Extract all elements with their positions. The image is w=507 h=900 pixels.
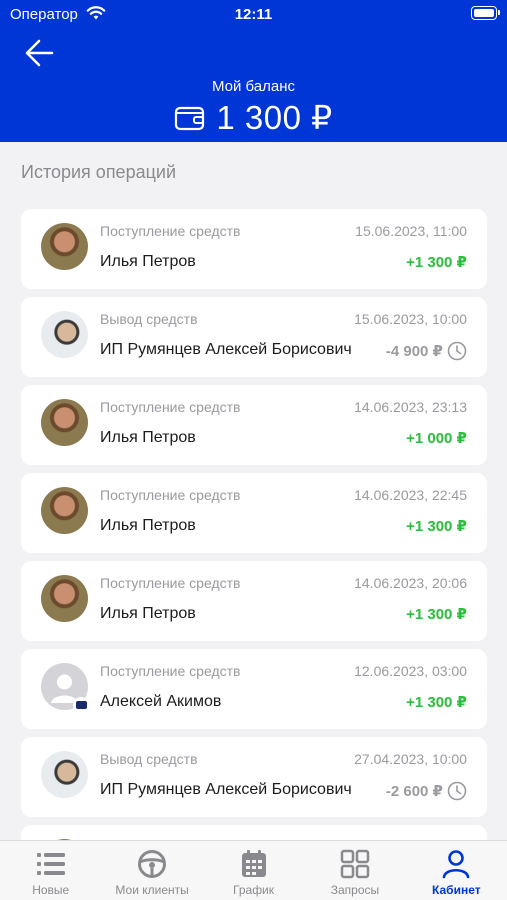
tab-requests[interactable]: Запросы xyxy=(304,841,405,900)
operation-date: 27.04.2023, 10:00 xyxy=(354,751,467,767)
clock-icon xyxy=(447,341,467,361)
tab-my-clients[interactable]: Мои клиенты xyxy=(101,841,202,900)
operation-card[interactable]: Поступление средств 14.06.2023, 20:06 Ил… xyxy=(21,561,487,641)
operation-date: 15.06.2023, 11:00 xyxy=(355,223,467,239)
balance-amount: 1 300 ₽ xyxy=(216,99,333,136)
balance-label: Мой баланс xyxy=(211,78,296,95)
tab-label: Кабинет xyxy=(432,883,481,897)
avatar xyxy=(41,487,88,534)
operation-card[interactable]: Поступление средств 12.06.2023, 03:00 Ал… xyxy=(21,649,487,729)
back-button[interactable] xyxy=(22,36,58,70)
calendar-icon xyxy=(241,850,266,877)
operation-type: Поступление средств xyxy=(100,223,241,239)
avatar xyxy=(41,751,88,798)
avatar xyxy=(41,311,88,358)
avatar xyxy=(41,575,88,622)
tab-label: График xyxy=(233,883,275,897)
operation-counterparty: ИП Румянцев Алексей Борисович xyxy=(100,341,352,358)
operation-card[interactable]: Поступление средств 15.06.2023, 11:00 Ил… xyxy=(21,209,487,289)
battery-icon xyxy=(471,6,500,20)
tab-schedule[interactable]: График xyxy=(203,841,304,900)
tab-label: Новые xyxy=(32,883,70,897)
clock-icon xyxy=(447,781,467,801)
tab-bar: Новые Мои клиенты График Запросы Кабинет xyxy=(0,840,507,900)
operation-type: Поступление средств xyxy=(100,399,241,415)
operation-amount: +1 300 ₽ xyxy=(406,694,467,711)
tab-label: Мои клиенты xyxy=(115,883,189,897)
wallet-icon xyxy=(175,106,205,130)
operation-amount: +1 000 ₽ xyxy=(406,430,467,447)
operation-amount: +1 300 ₽ xyxy=(406,254,467,271)
operation-counterparty: Илья Петров xyxy=(100,605,196,622)
operation-date: 14.06.2023, 23:13 xyxy=(354,399,467,415)
tab-label: Запросы xyxy=(330,883,380,897)
operation-type: Поступление средств xyxy=(100,663,241,679)
balance-row: 1 300 ₽ xyxy=(0,98,507,137)
operation-counterparty: Алексей Акимов xyxy=(100,693,222,710)
operations-list: Поступление средств 15.06.2023, 11:00 Ил… xyxy=(21,209,487,900)
operation-date: 15.06.2023, 10:00 xyxy=(354,311,467,327)
operation-amount: +1 300 ₽ xyxy=(406,606,467,623)
operation-type: Поступление средств xyxy=(100,575,241,591)
avatar xyxy=(41,399,88,446)
steering-wheel-icon xyxy=(138,850,167,878)
grid-icon xyxy=(340,849,370,879)
history-title: История операций xyxy=(21,162,177,182)
operation-date: 12.06.2023, 03:00 xyxy=(354,663,467,679)
operation-counterparty: Илья Петров xyxy=(100,253,196,270)
car-badge-icon xyxy=(73,697,89,713)
operation-card[interactable]: Вывод средств 15.06.2023, 10:00 ИП Румян… xyxy=(21,297,487,377)
operation-card[interactable]: Поступление средств 14.06.2023, 22:45 Ил… xyxy=(21,473,487,553)
operation-date: 14.06.2023, 20:06 xyxy=(354,575,467,591)
status-bar: Оператор 12:11 xyxy=(0,0,507,30)
operation-card[interactable]: Поступление средств 14.06.2023, 23:13 Ил… xyxy=(21,385,487,465)
tab-cabinet[interactable]: Кабинет xyxy=(406,841,507,900)
operation-type: Вывод средств xyxy=(100,751,198,767)
operation-counterparty: Илья Петров xyxy=(100,517,196,534)
operation-date: 14.06.2023, 22:45 xyxy=(354,487,467,503)
avatar xyxy=(41,223,88,270)
operation-counterparty: ИП Румянцев Алексей Борисович xyxy=(100,781,352,798)
operation-amount: -2 600 ₽ xyxy=(386,781,467,801)
operation-amount: +1 300 ₽ xyxy=(406,518,467,535)
tab-new[interactable]: Новые xyxy=(0,841,101,900)
header: Оператор 12:11 Мой баланс 1 300 ₽ xyxy=(0,0,507,142)
operation-type: Вывод средств xyxy=(100,311,198,327)
operation-counterparty: Илья Петров xyxy=(100,429,196,446)
clock-time: 12:11 xyxy=(234,6,273,23)
operation-amount: -4 900 ₽ xyxy=(386,341,467,361)
arrow-left-icon xyxy=(25,39,54,67)
user-icon xyxy=(443,850,470,879)
list-icon xyxy=(36,853,65,875)
operation-type: Поступление средств xyxy=(100,487,241,503)
operation-card[interactable]: Вывод средств 27.04.2023, 10:00 ИП Румян… xyxy=(21,737,487,817)
